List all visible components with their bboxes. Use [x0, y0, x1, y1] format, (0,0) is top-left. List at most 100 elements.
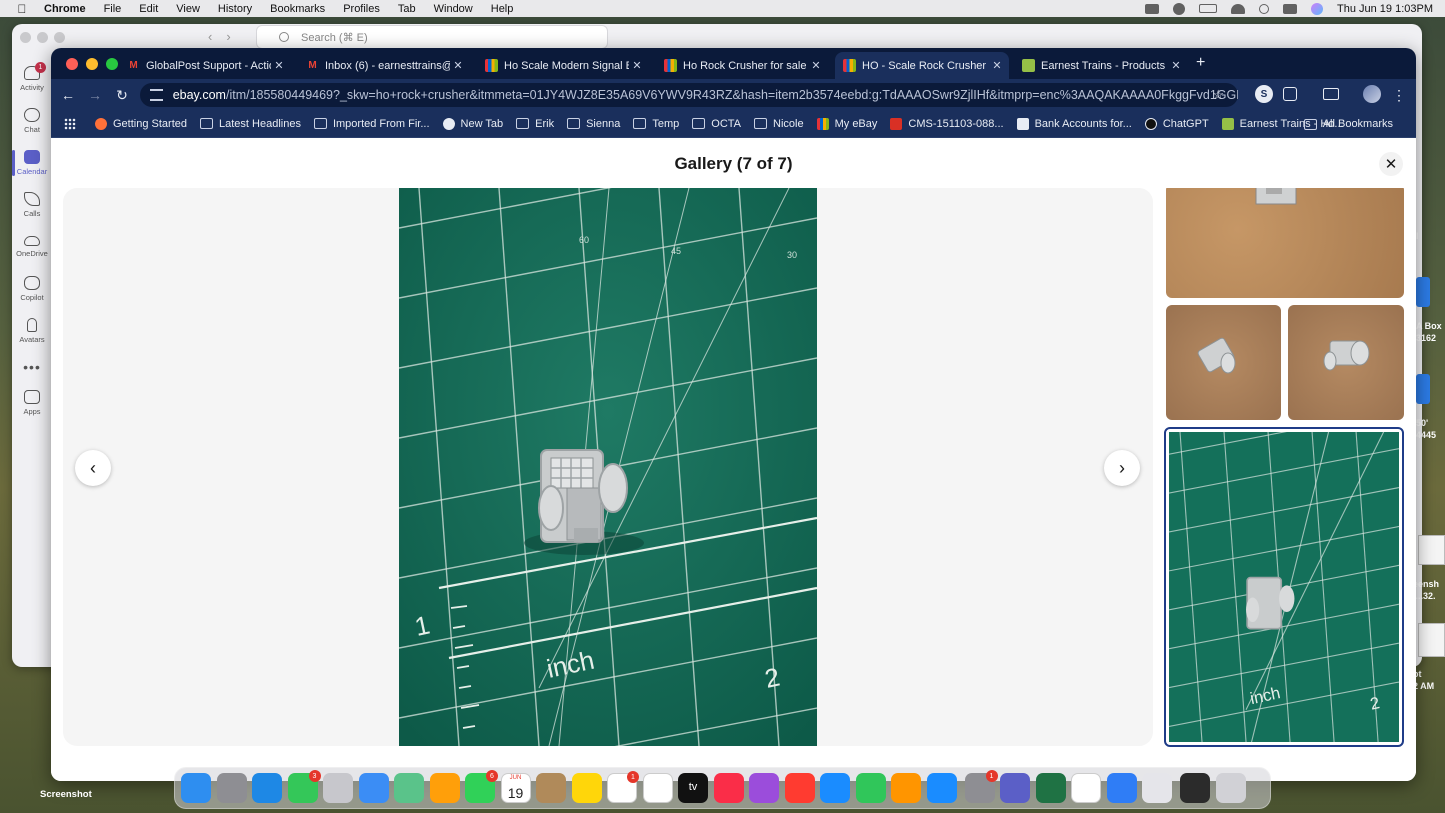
- messages-dock-icon[interactable]: 3: [287, 770, 321, 803]
- numbers-dock-icon[interactable]: [855, 773, 886, 803]
- close-tab-icon[interactable]: ✕: [450, 59, 466, 72]
- status-app-icon[interactable]: [1144, 3, 1159, 14]
- bookmark-bank-accounts[interactable]: Bank Accounts for...: [1016, 117, 1132, 130]
- chrome-dock-icon[interactable]: [1071, 773, 1101, 803]
- reload-icon[interactable]: ↻: [113, 86, 131, 104]
- menu-file[interactable]: File: [104, 3, 122, 15]
- teams-dock-icon[interactable]: [1000, 773, 1030, 803]
- calendar-dock-icon[interactable]: 19 JUN: [500, 773, 531, 803]
- bookmark-imported[interactable]: Imported From Fir...: [313, 118, 430, 130]
- menu-profiles[interactable]: Profiles: [343, 3, 380, 15]
- teams-search-input[interactable]: Search (⌘ E): [256, 25, 608, 49]
- finder-dock-icon[interactable]: [181, 773, 211, 803]
- bookmark-sienna[interactable]: Sienna: [567, 118, 620, 130]
- close-tab-icon[interactable]: ✕: [989, 59, 1005, 72]
- excel-dock-icon[interactable]: [1035, 773, 1066, 803]
- close-tab-icon[interactable]: ✕: [271, 59, 287, 72]
- rail-chat[interactable]: Chat: [12, 100, 52, 142]
- apps-grid-icon[interactable]: [64, 117, 82, 130]
- profile-avatar[interactable]: [1363, 85, 1381, 103]
- music-dock-icon[interactable]: [713, 773, 744, 803]
- thumbnail-7-selected[interactable]: inch 2: [1164, 427, 1404, 747]
- bookmark-chatgpt[interactable]: ChatGPT: [1144, 117, 1209, 130]
- bookmark-nicole[interactable]: Nicole: [754, 118, 804, 130]
- bookmark-my-ebay[interactable]: My eBay: [816, 117, 877, 130]
- tab-signal-box[interactable]: Ho Scale Modern Signal Box F ✕: [477, 52, 649, 79]
- close-tab-icon[interactable]: ✕: [808, 59, 824, 72]
- bookmark-new-tab[interactable]: New Tab: [442, 117, 503, 130]
- address-bar[interactable]: ebay.com /itm/185580449469?_skw=ho+rock+…: [140, 83, 1238, 107]
- extensions-puzzle-icon[interactable]: [1283, 87, 1297, 101]
- menu-edit[interactable]: Edit: [139, 3, 158, 15]
- bookmark-octa[interactable]: OCTA: [692, 118, 741, 130]
- battery-icon[interactable]: [1198, 4, 1217, 13]
- maps-dock-icon[interactable]: [394, 773, 424, 803]
- tab-inbox[interactable]: M Inbox (6) - earnesttrains@gm ✕: [298, 52, 470, 79]
- teams-nav-arrows[interactable]: ‹›: [208, 29, 245, 44]
- mail-dock-icon[interactable]: [358, 773, 389, 803]
- thumbnail-6[interactable]: [1288, 305, 1404, 420]
- tab-ho-scale-rock-crusher[interactable]: HO - Scale Rock Crusher | eB ✕: [835, 52, 1009, 79]
- rail-copilot[interactable]: Copilot: [12, 268, 52, 310]
- bookmark-temp[interactable]: Temp: [633, 118, 679, 130]
- wifi-icon[interactable]: [1230, 3, 1245, 14]
- rail-activity[interactable]: Activity 1: [12, 58, 52, 100]
- freeform-dock-icon[interactable]: [642, 773, 673, 803]
- photos-dock-icon[interactable]: [429, 773, 460, 803]
- close-tab-icon[interactable]: ✕: [629, 59, 645, 72]
- tab-globalpost[interactable]: M GlobalPost Support - Action R ✕: [119, 52, 291, 79]
- menu-window[interactable]: Window: [434, 3, 473, 15]
- menu-app-name[interactable]: Chrome: [44, 3, 86, 15]
- news-dock-icon[interactable]: [784, 773, 815, 803]
- tv-dock-icon[interactable]: tv: [678, 773, 708, 803]
- tab-earnest-trains[interactable]: Earnest Trains - Products - Co ✕: [1014, 52, 1188, 79]
- menubar-clock[interactable]: Thu Jun 19 1:03PM: [1337, 3, 1433, 15]
- more-apps-icon[interactable]: •••: [12, 352, 52, 382]
- bookmark-star-icon[interactable]: ☆: [1212, 87, 1224, 103]
- facetime-dock-icon[interactable]: 6: [465, 770, 498, 803]
- forward-icon[interactable]: →: [86, 86, 104, 104]
- control-center-icon[interactable]: [1282, 3, 1297, 14]
- menu-help[interactable]: Help: [491, 3, 514, 15]
- menu-kebab-icon[interactable]: ⋮: [1390, 86, 1408, 104]
- rail-calendar[interactable]: Calendar: [12, 142, 52, 184]
- preview-dock-icon[interactable]: [1142, 773, 1172, 803]
- apple-icon[interactable]: : [14, 2, 30, 16]
- copilot-dock-icon[interactable]: [1106, 773, 1137, 803]
- launchpad-dock-icon[interactable]: [216, 773, 247, 803]
- rail-onedrive[interactable]: OneDrive: [12, 226, 52, 268]
- back-icon[interactable]: ←: [59, 86, 77, 104]
- previous-image-button[interactable]: ‹: [75, 450, 111, 486]
- tab-rock-crusher-sale[interactable]: Ho Rock Crusher for sale | eB ✕: [656, 52, 828, 79]
- site-info-icon[interactable]: [150, 89, 163, 101]
- cast-icon[interactable]: [1323, 88, 1339, 100]
- close-tab-icon[interactable]: ✕: [1168, 59, 1184, 72]
- bookmark-getting-started[interactable]: Getting Started: [95, 117, 187, 130]
- help-dock-icon[interactable]: [323, 773, 353, 803]
- bookmark-erik[interactable]: Erik: [516, 118, 554, 130]
- menu-history[interactable]: History: [218, 3, 252, 15]
- pages-dock-icon[interactable]: [891, 773, 921, 803]
- menu-tab[interactable]: Tab: [398, 3, 416, 15]
- rail-apps[interactable]: Apps: [12, 382, 52, 424]
- all-bookmarks[interactable]: All Bookmarks: [1303, 118, 1393, 130]
- app-store-dock-icon[interactable]: [926, 773, 957, 803]
- notes-dock-icon[interactable]: [571, 773, 602, 803]
- reminders-dock-icon[interactable]: 1: [607, 771, 639, 803]
- thumbnail-4[interactable]: [1166, 188, 1404, 298]
- bookmark-cms[interactable]: CMS-151103-088...: [890, 117, 1004, 130]
- safari-dock-icon[interactable]: [252, 773, 282, 803]
- menu-view[interactable]: View: [176, 3, 200, 15]
- rail-calls[interactable]: Calls: [12, 184, 52, 226]
- extension-s-icon[interactable]: S: [1255, 85, 1273, 103]
- rail-avatars[interactable]: Avatars: [12, 310, 52, 352]
- next-image-button[interactable]: ›: [1104, 450, 1140, 486]
- podcasts-dock-icon[interactable]: [749, 773, 779, 803]
- contacts-dock-icon[interactable]: [536, 773, 566, 803]
- new-tab-icon[interactable]: +: [1196, 54, 1205, 72]
- system-settings-dock-icon[interactable]: 1: [964, 770, 998, 803]
- keynote-dock-icon[interactable]: [820, 773, 850, 803]
- screen-capture-dock-icon[interactable]: [1180, 773, 1210, 803]
- siri-icon[interactable]: [1310, 2, 1323, 15]
- spotlight-icon[interactable]: [1258, 3, 1269, 14]
